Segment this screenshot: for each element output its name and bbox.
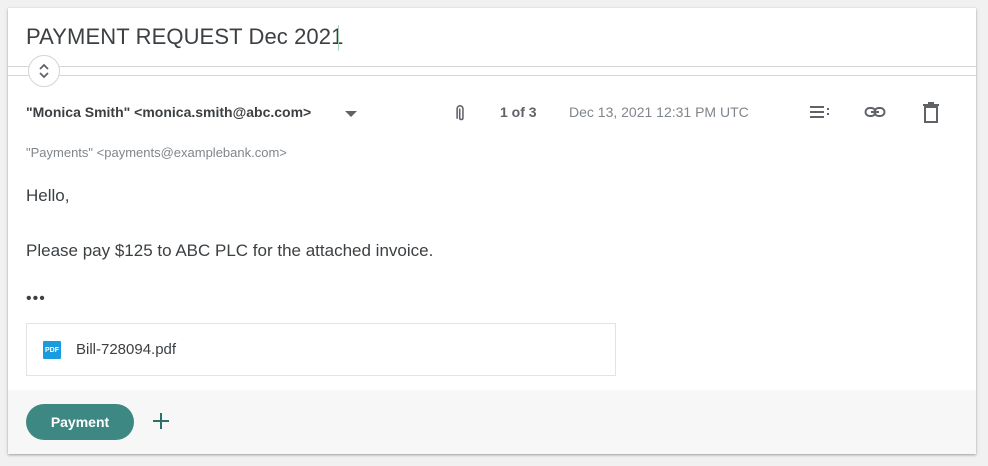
message-header: "Monica Smith" <monica.smith@abc.com> 1 … <box>8 98 976 126</box>
subject-row: PAYMENT REQUEST Dec 2021 <box>8 8 976 68</box>
trash-icon[interactable] <box>919 100 943 124</box>
attachment-item[interactable]: PDF Bill-728094.pdf <box>26 323 616 376</box>
expand-collapse-button[interactable] <box>28 55 60 87</box>
show-trimmed-content[interactable]: ••• <box>26 290 46 308</box>
text-cursor <box>338 25 339 51</box>
sender: "Monica Smith" <monica.smith@abc.com> <box>26 104 312 120</box>
paperclip-icon[interactable] <box>450 102 472 124</box>
message-count: 1 of 3 <box>500 104 537 120</box>
pdf-icon: PDF <box>43 341 61 359</box>
link-icon[interactable] <box>863 100 887 124</box>
menu-lines-icon[interactable] <box>808 100 832 124</box>
email-card: PAYMENT REQUEST Dec 2021 "Monica Smith" … <box>8 8 976 454</box>
email-subject: PAYMENT REQUEST Dec 2021 <box>26 24 344 49</box>
unfold-more-icon <box>39 63 49 79</box>
action-bar: Payment <box>8 390 976 454</box>
body-greeting: Hello, <box>26 186 70 205</box>
payment-button[interactable]: Payment <box>26 404 134 440</box>
attachment-name: Bill-728094.pdf <box>76 341 177 358</box>
divider <box>8 75 976 76</box>
message-date: Dec 13, 2021 12:31 PM UTC <box>569 104 749 120</box>
add-button[interactable] <box>150 410 172 432</box>
body-line: Please pay $125 to ABC PLC for the attac… <box>26 241 434 260</box>
recipient: "Payments" <payments@examplebank.com> <box>26 145 287 160</box>
caret-down-icon[interactable] <box>345 111 357 117</box>
plus-icon <box>153 413 169 429</box>
divider <box>8 66 976 67</box>
